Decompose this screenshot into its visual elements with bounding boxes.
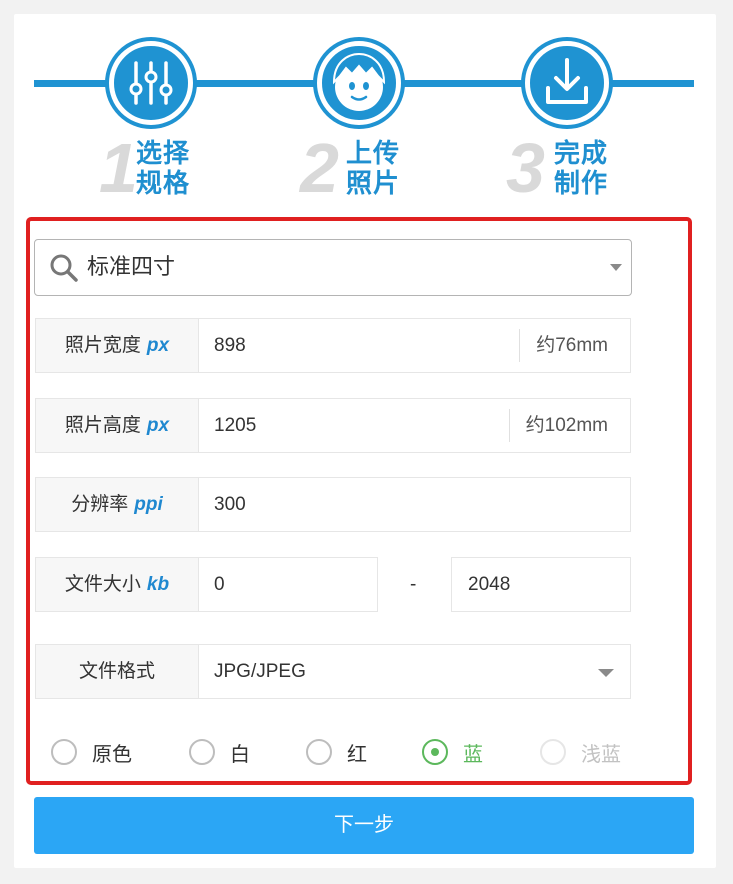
file-size-label: 文件大小 kb [36,558,199,611]
sliders-icon [129,61,173,105]
radio-label: 浅蓝 [581,743,621,766]
step-3-circle [525,41,609,125]
file-size-row: 文件大小 kb 0 [35,557,378,612]
radio-label: 红 [347,743,367,766]
radio-label: 蓝 [463,743,483,766]
chevron-down-icon[interactable] [598,669,614,677]
file-format-label: 文件格式 [36,645,199,698]
step-1-label-line1: 选择 [136,139,191,169]
file-format-row: 文件格式 JPG/JPEG [35,644,631,699]
photo-height-label-text: 照片高度 [64,415,141,436]
step-3-label-line2: 制作 [554,169,609,199]
photo-width-row: 照片宽度 px 898 约76mm [35,318,631,373]
bg-color-blue-radio[interactable]: 蓝 [422,737,483,767]
photo-height-unit: px [146,415,170,436]
photo-width-label-text: 照片宽度 [64,335,141,356]
photo-width-mm: 约76mm [519,329,630,362]
photo-height-label: 照片高度 px [36,399,199,452]
bg-color-white-radio[interactable]: 白 [189,737,250,767]
spec-search-value: 标准四寸 [87,254,176,279]
radio-circle[interactable] [51,739,77,765]
chevron-down-icon [610,264,622,271]
face-icon [332,52,386,111]
spec-search-select[interactable]: 标准四寸 [34,239,632,296]
resolution-unit: ppi [134,494,163,515]
resolution-input[interactable]: 300 [214,478,246,531]
search-icon [50,254,78,282]
radio-circle[interactable] [306,739,332,765]
step-3-label: 完成 制作 [554,139,634,199]
bg-color-original-radio[interactable]: 原色 [51,737,132,767]
step-3-label-line1: 完成 [554,139,609,169]
file-size-unit: kb [146,574,170,595]
next-step-button[interactable]: 下一步 [34,797,694,854]
step-2-circle [317,41,401,125]
radio-circle [540,739,566,765]
photo-width-label: 照片宽度 px [36,319,199,372]
photo-width-input[interactable]: 898 [214,319,246,372]
step-1-label-line2: 规格 [136,169,191,199]
step-2-label-line1: 上传 [346,139,401,169]
file-format-select[interactable]: JPG/JPEG [214,645,306,698]
resolution-row: 分辨率 ppi 300 [35,477,631,532]
radio-circle[interactable] [189,739,215,765]
radio-label: 原色 [92,743,132,766]
resolution-label-text: 分辨率 [71,494,129,515]
photo-height-input[interactable]: 1205 [214,399,256,452]
file-size-min-input[interactable]: 0 [214,558,225,611]
step-progress: 1 选择 规格 2 上传 照片 3 完成 制作 [0,0,733,210]
step-2-number: 2 [300,129,339,207]
photo-height-mm: 约102mm [508,409,630,442]
resolution-label: 分辨率 ppi [36,478,199,531]
step-2-label-line2: 照片 [346,169,401,199]
download-icon [546,58,588,104]
file-size-max-field[interactable]: 2048 [451,557,631,612]
step-1-number: 1 [99,129,138,207]
file-size-label-text: 文件大小 [64,574,141,595]
file-size-separator: - [410,574,417,595]
step-2-label: 上传 照片 [346,139,426,199]
step-1-circle [109,41,193,125]
radio-label: 白 [230,743,250,766]
file-size-max-input[interactable]: 2048 [468,558,510,611]
photo-height-row: 照片高度 px 1205 约102mm [35,398,631,453]
bg-color-lightblue-radio: 浅蓝 [540,737,621,767]
step-3-number: 3 [506,129,545,207]
radio-circle[interactable] [422,739,448,765]
photo-width-unit: px [146,335,170,356]
step-1-label: 选择 规格 [136,139,216,199]
bg-color-red-radio[interactable]: 红 [306,737,367,767]
